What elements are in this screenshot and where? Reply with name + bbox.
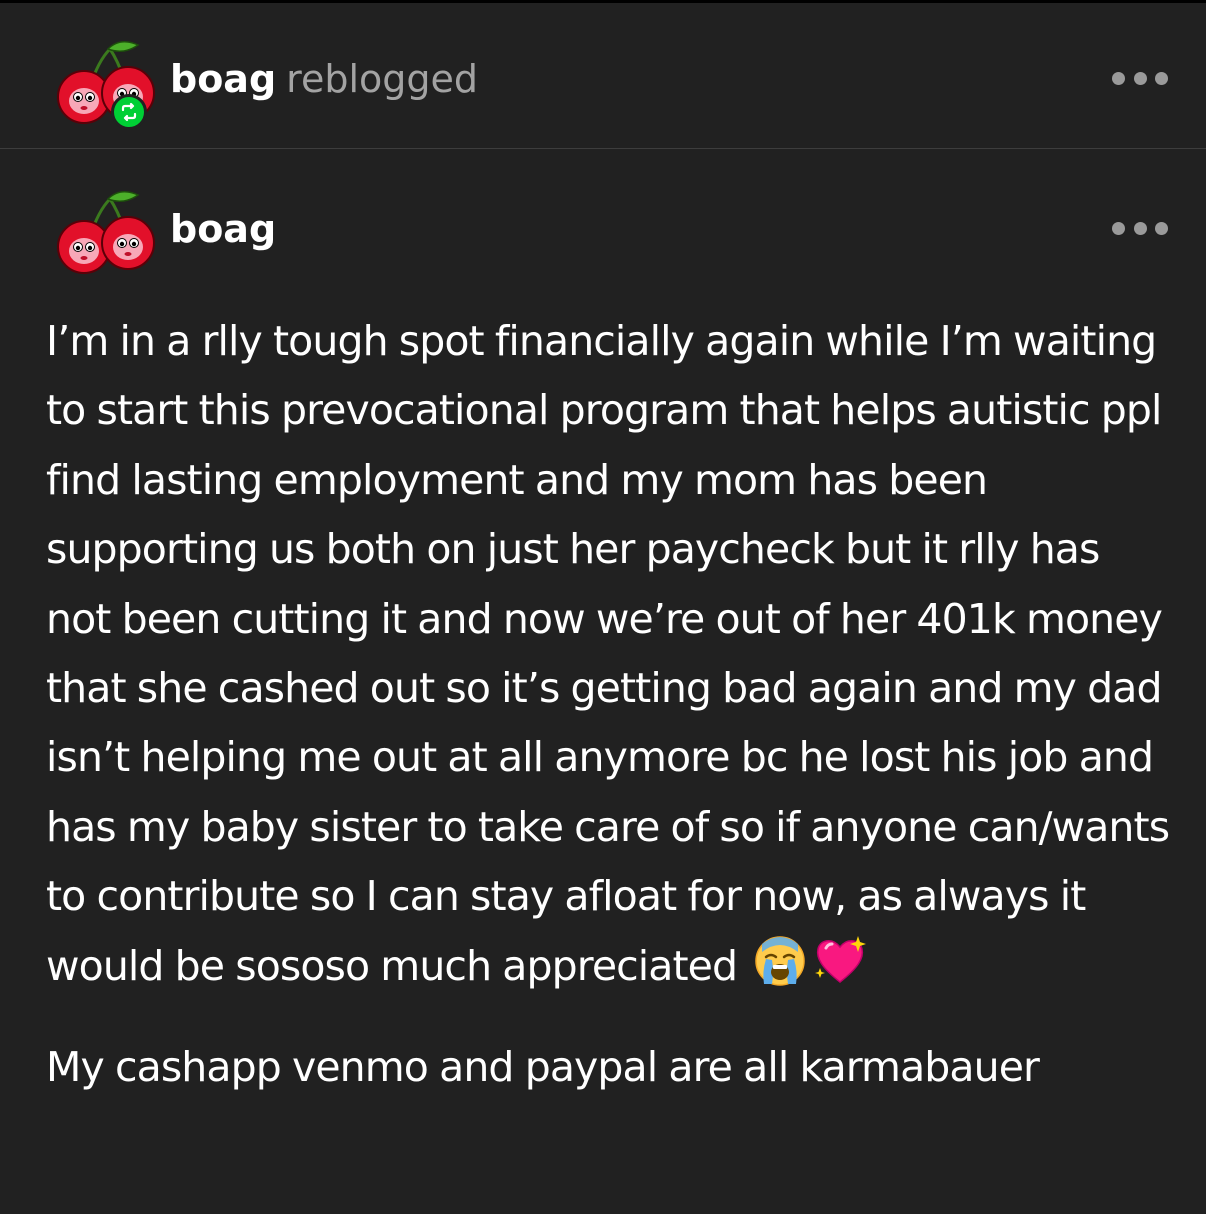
dot-icon — [1112, 221, 1125, 235]
reblog-icon — [111, 94, 147, 130]
post-paragraph-text: I’m in a rlly tough spot financially aga… — [46, 317, 1170, 990]
post-more-options-button[interactable] — [1112, 221, 1168, 235]
post-card: boag reblogged boag I’m in a rlly tough … — [0, 0, 1206, 1214]
dot-icon — [1112, 71, 1125, 85]
post-paragraph: I’m in a rlly tough spot financially aga… — [46, 307, 1170, 1001]
dot-icon — [1155, 221, 1168, 235]
header-divider — [0, 148, 1206, 149]
author-avatar[interactable] — [50, 189, 160, 279]
cherry-avatar-icon — [57, 191, 155, 274]
post-paragraph: My cashapp venmo and paypal are all karm… — [46, 1043, 1040, 1092]
post-body: I’m in a rlly tough spot financially aga… — [46, 307, 1170, 1102]
dot-icon — [1155, 71, 1168, 85]
reblog-header: boag reblogged — [0, 3, 1206, 147]
crying-face-emoji — [755, 935, 806, 986]
author-username[interactable]: boag — [170, 207, 276, 251]
reblog-attribution: boag reblogged — [170, 57, 478, 101]
post-author: boag — [170, 207, 276, 251]
dot-icon — [1133, 221, 1147, 235]
reblog-action-label: reblogged — [286, 57, 478, 101]
dot-icon — [1133, 71, 1147, 85]
reblog-more-options-button[interactable] — [1112, 71, 1168, 85]
sparkling-heart-emoji — [815, 935, 867, 983]
reblogger-username[interactable]: boag — [170, 57, 276, 101]
